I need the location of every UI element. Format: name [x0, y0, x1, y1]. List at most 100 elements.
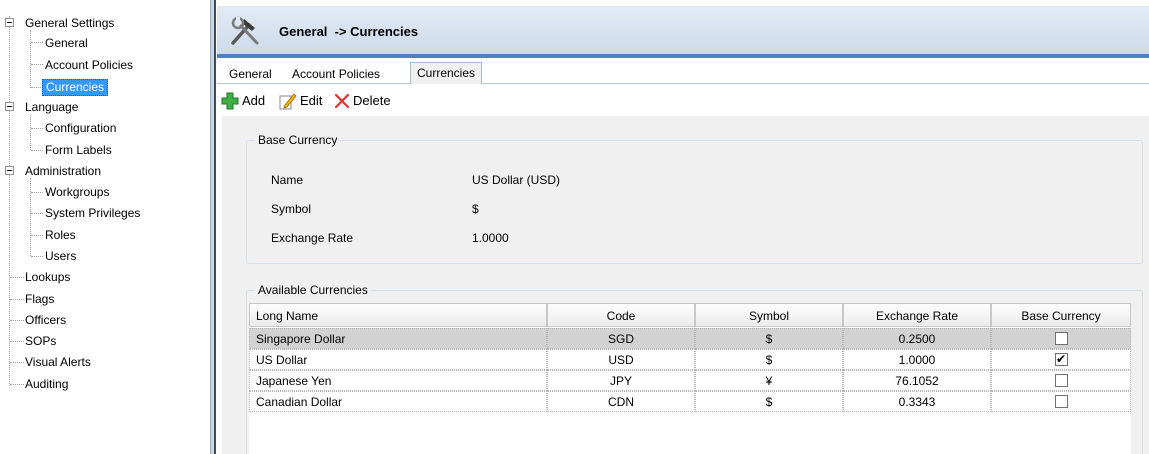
name-label: Name: [271, 173, 304, 187]
cell-long-name: US Dollar: [249, 349, 547, 370]
tree-item-label: Workgroups: [45, 185, 110, 199]
cell-long-name: Japanese Yen: [249, 370, 547, 391]
tree-item-label: General: [45, 36, 88, 50]
collapse-toggle[interactable]: [5, 102, 14, 111]
tree-item-label: Language: [25, 100, 79, 114]
add-button[interactable]: Add: [221, 90, 265, 112]
available-currencies-group: Available Currencies Long Name Code Symb…: [246, 283, 1143, 454]
tree-item-system-privileges[interactable]: System Privileges: [42, 203, 143, 223]
table-row[interactable]: Singapore Dollar SGD $ 0.2500: [249, 328, 1131, 349]
cell-base-currency: [991, 328, 1131, 349]
tree-item-roles[interactable]: Roles: [42, 225, 79, 245]
tree-item-configuration[interactable]: Configuration: [42, 118, 119, 138]
tab-account-policies[interactable]: Account Policies: [286, 64, 386, 84]
cell-symbol: $: [695, 349, 843, 370]
column-header-base-currency[interactable]: Base Currency: [991, 303, 1131, 327]
tree-item-general[interactable]: General: [42, 33, 91, 53]
base-currency-checkbox[interactable]: [1054, 332, 1068, 346]
cell-base-currency: [991, 370, 1131, 391]
tree-item-label: Configuration: [45, 121, 117, 135]
tree-item-administration[interactable]: Administration: [22, 161, 104, 181]
tree-item-label: Form Labels: [45, 143, 112, 157]
delete-label: Delete: [353, 93, 391, 108]
tree-item-label: Account Policies: [45, 58, 134, 72]
base-currency-checkbox[interactable]: [1054, 374, 1068, 388]
delete-button[interactable]: Delete: [334, 90, 391, 112]
table-row[interactable]: Canadian Dollar CDN $ 0.3343: [249, 391, 1131, 412]
cell-exchange-rate: 0.2500: [843, 328, 991, 349]
cell-symbol: $: [695, 328, 843, 349]
tree-item-sops[interactable]: SOPs: [22, 331, 59, 351]
tree-item-officers[interactable]: Officers: [22, 310, 69, 330]
cell-code: JPY: [547, 370, 695, 391]
tree-item-users[interactable]: Users: [42, 246, 79, 266]
splitter-edge: [214, 0, 216, 454]
tree-item-general-settings[interactable]: General Settings: [22, 13, 117, 33]
tree-item-currencies[interactable]: Currencies: [42, 77, 109, 97]
cell-long-name: Singapore Dollar: [249, 328, 547, 349]
tab-strip: General Account Policies Currencies: [217, 62, 1149, 84]
edit-button[interactable]: Edit: [279, 90, 322, 112]
collapse-toggle[interactable]: [5, 18, 14, 27]
tree-item-flags[interactable]: Flags: [22, 289, 57, 309]
tree-item-label: Users: [45, 249, 77, 263]
add-label: Add: [242, 93, 266, 108]
page-header: General -> Currencies: [217, 6, 1149, 58]
tree-item-label: Flags: [25, 292, 55, 306]
page-title: General -> Currencies: [279, 24, 419, 39]
tree-item-label: Auditing: [25, 377, 69, 391]
tree-item-workgroups[interactable]: Workgroups: [42, 182, 112, 202]
tools-icon: [231, 16, 259, 45]
content-area: Base Currency Name US Dollar (USD) Symbo…: [222, 116, 1149, 454]
grid-header: Long Name Code Symbol Exchange Rate Base…: [249, 303, 1131, 327]
tree-connector: [30, 30, 31, 88]
base-currency-checkbox[interactable]: [1054, 395, 1068, 409]
cell-exchange-rate: 0.3343: [843, 391, 991, 412]
cell-base-currency: [991, 391, 1131, 412]
tree-item-label: System Privileges: [45, 206, 141, 220]
cell-exchange-rate: 1.0000: [843, 349, 991, 370]
base-currency-group: Base Currency Name US Dollar (USD) Symbo…: [246, 133, 1143, 264]
column-header-long-name[interactable]: Long Name: [249, 303, 547, 327]
tree-item-lookups[interactable]: Lookups: [22, 267, 73, 287]
tree-item-account-policies[interactable]: Account Policies: [42, 55, 136, 75]
column-header-exchange-rate[interactable]: Exchange Rate: [843, 303, 991, 327]
main-panel: General -> Currencies General Account Po…: [217, 0, 1149, 454]
collapse-toggle[interactable]: [5, 166, 14, 175]
table-row[interactable]: US Dollar USD $ 1.0000 ✔: [249, 349, 1131, 370]
symbol-value: $: [472, 202, 479, 216]
tree-item-auditing[interactable]: Auditing: [22, 374, 71, 394]
tree-item-visual-alerts[interactable]: Visual Alerts: [22, 352, 94, 372]
base-currency-legend: Base Currency: [255, 133, 341, 147]
edit-label: Edit: [300, 93, 323, 108]
tree-item-label: Officers: [25, 313, 67, 327]
cell-long-name: Canadian Dollar: [249, 391, 547, 412]
tree-item-language[interactable]: Language: [22, 97, 81, 117]
column-header-code[interactable]: Code: [547, 303, 695, 327]
table-row[interactable]: Japanese Yen JPY ¥ 76.1052: [249, 370, 1131, 391]
add-icon: [221, 92, 239, 110]
tree-item-label: General Settings: [25, 16, 115, 30]
delete-icon: [334, 93, 350, 109]
tree-connector: [30, 178, 31, 256]
cell-base-currency: ✔: [991, 349, 1131, 370]
settings-tree: General Settings General Account Policie…: [0, 0, 210, 454]
cell-code: USD: [547, 349, 695, 370]
tree-item-form-labels[interactable]: Form Labels: [42, 140, 115, 160]
cell-symbol: ¥: [695, 370, 843, 391]
cell-code: SGD: [547, 328, 695, 349]
column-header-symbol[interactable]: Symbol: [695, 303, 843, 327]
tree-item-label: Administration: [25, 164, 102, 178]
toolbar: Add Edit Delete: [217, 90, 1149, 112]
base-currency-checkbox[interactable]: ✔: [1054, 353, 1068, 367]
cell-symbol: $: [695, 391, 843, 412]
cell-code: CDN: [547, 391, 695, 412]
name-value: US Dollar (USD): [472, 173, 561, 187]
tree-connector: [9, 16, 10, 386]
tab-general[interactable]: General: [223, 64, 278, 84]
exchange-rate-value: 1.0000: [472, 231, 509, 245]
tree-item-label: SOPs: [25, 334, 57, 348]
cell-exchange-rate: 76.1052: [843, 370, 991, 391]
tree-connector: [30, 115, 31, 150]
tab-currencies[interactable]: Currencies: [410, 62, 483, 84]
